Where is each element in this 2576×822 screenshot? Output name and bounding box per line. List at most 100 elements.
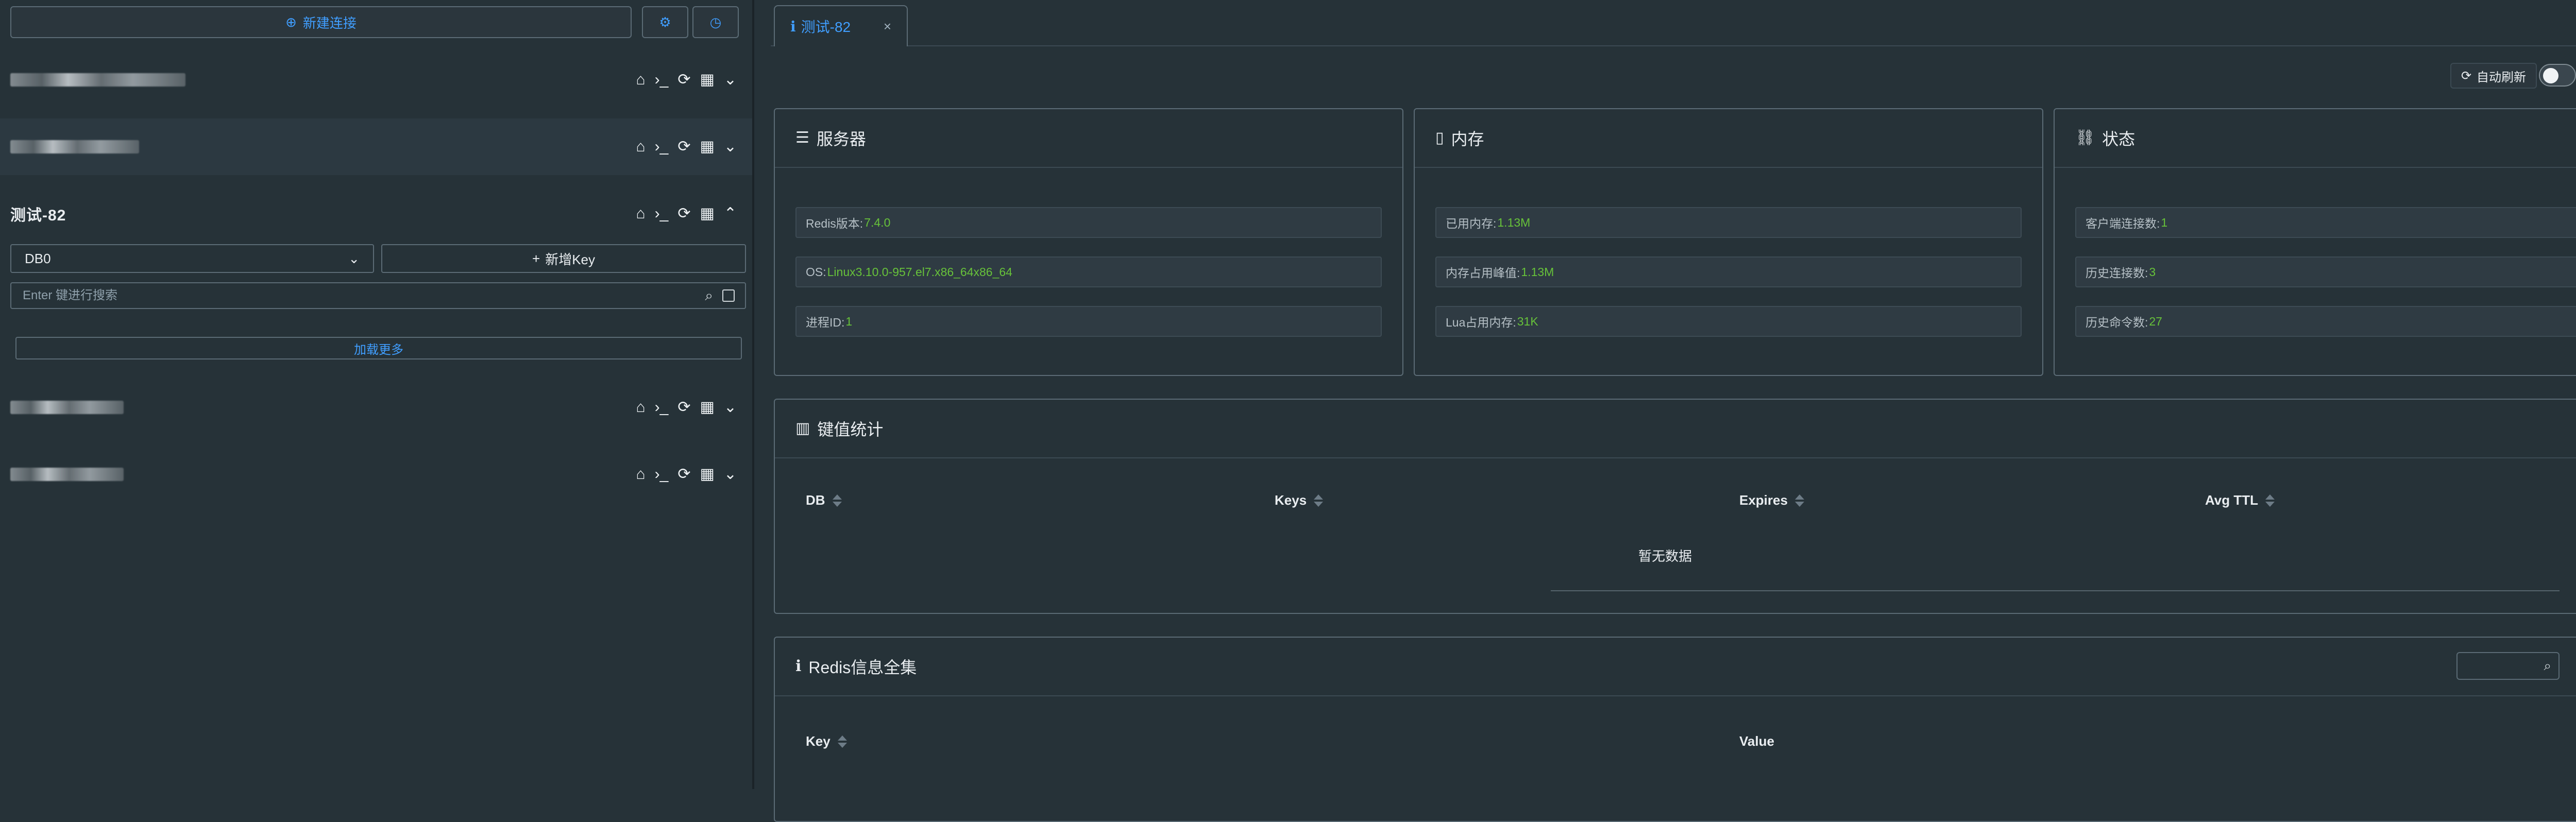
chevron-down-icon[interactable]: ⌄ bbox=[724, 72, 737, 88]
home-icon[interactable]: ⌂ bbox=[636, 400, 646, 415]
column-header-label: Keys bbox=[1275, 492, 1307, 508]
info-value: 7.4.0 bbox=[864, 215, 891, 229]
new-connection-button[interactable]: ⊕ 新建连接 bbox=[10, 6, 632, 38]
db-select[interactable]: DB0 ⌄ bbox=[10, 244, 374, 273]
chevron-down-icon: ⌄ bbox=[348, 250, 360, 266]
sort-icon[interactable] bbox=[832, 494, 842, 507]
key-search-input[interactable] bbox=[22, 288, 697, 303]
auto-refresh-toggle[interactable] bbox=[2539, 64, 2576, 87]
column-header-expires[interactable]: Expires bbox=[1739, 492, 1804, 508]
plus-icon: + bbox=[532, 250, 540, 266]
info-value: 1.13M bbox=[1521, 265, 1554, 279]
status-card: ⛓ 状态 客户端连接数: 1 历史连接数: 3 历史命令数: 27 bbox=[2054, 108, 2576, 376]
server-info-item: OS: Linux3.10.0-957.el7.x86_64x86_64 bbox=[795, 256, 1382, 287]
grid-icon[interactable]: ▦ bbox=[700, 400, 715, 415]
load-more-button[interactable]: 加载更多 bbox=[15, 337, 742, 359]
server-info-item: Redis版本: 7.4.0 bbox=[795, 207, 1382, 238]
terminal-icon[interactable]: ›_ bbox=[655, 72, 669, 88]
status-card-title: 状态 bbox=[2102, 130, 2136, 148]
new-connection-label: 新建连接 bbox=[302, 15, 357, 31]
column-header-label: Expires bbox=[1739, 492, 1788, 508]
connection-actions: ⌂ ›_ ⟳ ▦ ⌄ bbox=[636, 400, 737, 415]
connection-item[interactable]: ⌂ ›_ ⟳ ▦ ⌄ bbox=[0, 379, 752, 436]
exact-match-checkbox[interactable] bbox=[722, 289, 735, 302]
sidebar-top-actions: ⊕ 新建连接 ⚙ ◷ bbox=[10, 6, 740, 38]
column-header-label: DB bbox=[806, 492, 825, 508]
column-header-label: Key bbox=[806, 733, 831, 749]
grid-icon[interactable]: ▦ bbox=[700, 139, 715, 155]
home-icon[interactable]: ⌂ bbox=[636, 72, 646, 88]
close-icon[interactable]: × bbox=[884, 19, 891, 35]
search-icon[interactable]: ⌕ bbox=[705, 287, 713, 304]
home-icon[interactable]: ⌂ bbox=[636, 206, 646, 221]
connection-item[interactable]: ⌂ ›_ ⟳ ▦ ⌄ bbox=[0, 52, 752, 108]
tab-connection[interactable]: ℹ 测试-82 × bbox=[774, 5, 908, 46]
search-icon: ⌕ bbox=[2544, 658, 2551, 673]
status-info-item: 历史命令数: 27 bbox=[2075, 306, 2576, 337]
refresh-icon[interactable]: ⟳ bbox=[677, 400, 690, 415]
info-label: Redis版本: bbox=[806, 217, 863, 230]
db-select-value: DB0 bbox=[25, 250, 51, 266]
server-icon: ☰ bbox=[795, 129, 809, 146]
grid-icon[interactable]: ▦ bbox=[700, 72, 715, 88]
sort-icon[interactable] bbox=[1794, 494, 1804, 507]
column-header-label: Avg TTL bbox=[2205, 492, 2259, 508]
info-label: OS: bbox=[806, 265, 826, 279]
refresh-icon[interactable]: ⟳ bbox=[677, 467, 690, 482]
redis-info-search[interactable]: ⌕ bbox=[2456, 652, 2560, 680]
gear-icon: ⚙ bbox=[659, 14, 671, 30]
add-key-button[interactable]: + 新增Key bbox=[381, 244, 746, 273]
refresh-icon[interactable]: ⟳ bbox=[677, 206, 690, 221]
terminal-icon[interactable]: ›_ bbox=[655, 400, 669, 415]
column-header-label: Value bbox=[1739, 733, 1774, 749]
chevron-down-icon[interactable]: ⌄ bbox=[724, 139, 737, 155]
connection-item[interactable]: ⌂ ›_ ⟳ ▦ ⌄ bbox=[0, 446, 752, 503]
connection-item-active[interactable]: 测试-82 ⌂ ›_ ⟳ ▦ ⌃ bbox=[0, 185, 752, 242]
empty-state: 暂无数据 bbox=[1638, 549, 1692, 564]
column-header-avg-ttl[interactable]: Avg TTL bbox=[2205, 492, 2275, 508]
bar-chart-icon: ▥ bbox=[795, 420, 810, 437]
connection-name-blurred bbox=[10, 401, 124, 414]
status-info-item: 历史连接数: 3 bbox=[2075, 256, 2576, 287]
refresh-icon: ⟳ bbox=[2461, 68, 2472, 83]
key-stats-card: ▥ 键值统计 bbox=[774, 399, 2576, 614]
chevron-down-icon[interactable]: ⌄ bbox=[724, 400, 737, 415]
grid-icon[interactable]: ▦ bbox=[700, 206, 715, 221]
memory-card-title: 内存 bbox=[1451, 130, 1484, 148]
memory-card-header: ▯ 内存 bbox=[1415, 109, 2042, 168]
column-header-db[interactable]: DB bbox=[806, 492, 842, 508]
link-icon: ⛓ bbox=[2075, 129, 2095, 146]
sidebar: ⊕ 新建连接 ⚙ ◷ ⌂ ›_ ⟳ ▦ ⌄ ⌂ ›_ ⟳ ▦ ⌄ 测试-82 ⌂… bbox=[0, 0, 752, 789]
history-button[interactable]: ◷ bbox=[692, 6, 739, 38]
terminal-icon[interactable]: ›_ bbox=[655, 206, 669, 221]
grid-icon[interactable]: ▦ bbox=[700, 467, 715, 482]
info-value: Linux3.10.0-957.el7.x86_64x86_64 bbox=[827, 265, 1012, 279]
terminal-icon[interactable]: ›_ bbox=[655, 467, 669, 482]
column-header-key[interactable]: Key bbox=[806, 733, 847, 749]
home-icon[interactable]: ⌂ bbox=[636, 467, 646, 482]
load-more-label: 加载更多 bbox=[354, 342, 403, 357]
sort-icon[interactable] bbox=[837, 735, 847, 748]
connection-actions: ⌂ ›_ ⟳ ▦ ⌃ bbox=[636, 206, 737, 221]
chevron-up-icon[interactable]: ⌃ bbox=[724, 206, 737, 221]
connection-item[interactable]: ⌂ ›_ ⟳ ▦ ⌄ bbox=[0, 118, 752, 175]
tab-label: 测试-82 bbox=[801, 19, 851, 35]
sort-icon[interactable] bbox=[1314, 494, 1324, 507]
home-icon[interactable]: ⌂ bbox=[636, 139, 646, 155]
sort-icon[interactable] bbox=[2265, 494, 2275, 507]
refresh-icon[interactable]: ⟳ bbox=[677, 139, 690, 155]
settings-button[interactable]: ⚙ bbox=[642, 6, 688, 38]
connection-name: 测试-82 bbox=[10, 207, 66, 224]
info-label: 进程ID: bbox=[806, 316, 845, 329]
info-value: 1 bbox=[845, 314, 853, 328]
refresh-icon[interactable]: ⟳ bbox=[677, 72, 690, 88]
auto-refresh-button[interactable]: ⟳ 自动刷新 bbox=[2450, 63, 2537, 89]
auto-refresh-label: 自动刷新 bbox=[2477, 70, 2527, 84]
history-icon: ◷ bbox=[709, 14, 722, 30]
column-header-keys[interactable]: Keys bbox=[1275, 492, 1324, 508]
terminal-icon[interactable]: ›_ bbox=[655, 139, 669, 155]
server-card: ☰ 服务器 Redis版本: 7.4.0 OS: Linux3.10.0-957… bbox=[774, 108, 1403, 376]
chevron-down-icon[interactable]: ⌄ bbox=[724, 467, 737, 482]
memory-info-item: 内存占用峰值: 1.13M bbox=[1435, 256, 2022, 287]
server-card-title: 服务器 bbox=[816, 130, 866, 148]
